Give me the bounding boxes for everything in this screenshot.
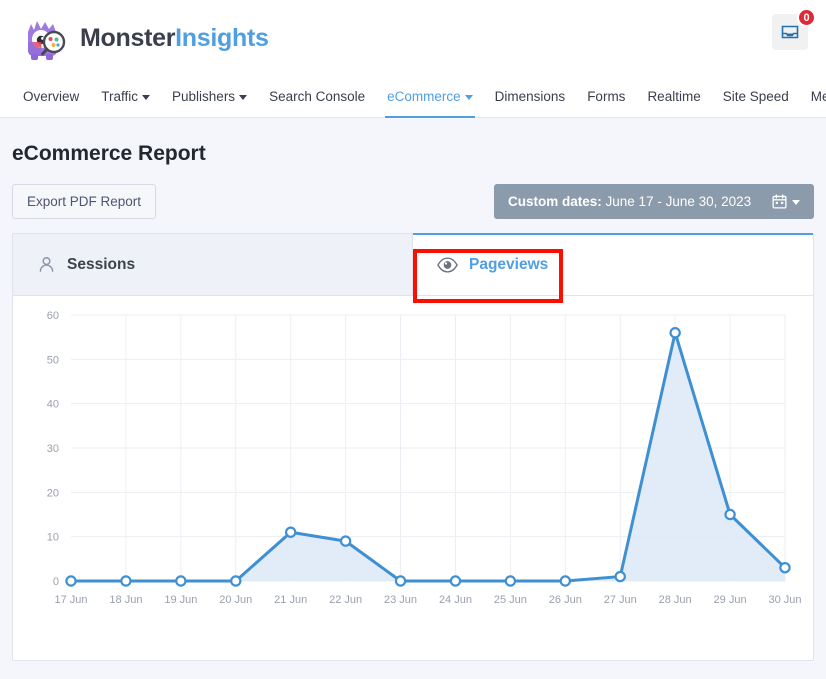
nav-item-search-console[interactable]: Search Console	[258, 76, 376, 117]
y-axis-tick-label: 50	[47, 354, 59, 366]
brand-name: MonsterInsights	[80, 24, 269, 53]
x-axis-tick-label: 21 Jun	[274, 594, 307, 606]
nav-item-ecommerce[interactable]: eCommerce	[376, 76, 484, 117]
chart-data-point[interactable]	[341, 537, 350, 546]
chart-area-fill	[71, 333, 785, 581]
report-card: Sessions Pageviews 0 10 20 30 40 50 60 17 Jun 18…	[12, 233, 814, 661]
chart-data-point[interactable]	[176, 576, 185, 585]
nav-item-site-speed[interactable]: Site Speed	[712, 76, 800, 117]
x-axis-tick-label: 24 Jun	[439, 594, 472, 606]
page-body: eCommerce Report Export PDF Report Custo…	[0, 142, 826, 661]
x-axis-tick-label: 30 Jun	[768, 594, 801, 606]
nav-item-dimensions[interactable]: Dimensions	[484, 76, 577, 117]
chart-data-point[interactable]	[396, 576, 405, 585]
chart-data-point[interactable]	[286, 528, 295, 537]
chart-data-point[interactable]	[725, 510, 734, 519]
eye-icon	[437, 257, 458, 273]
x-axis-tick-label: 23 Jun	[384, 594, 417, 606]
nav-label: Publishers	[172, 89, 235, 104]
date-range-value: June 17 - June 30, 2023	[606, 194, 752, 209]
nav-label: Site Speed	[723, 89, 789, 104]
nav-item-realtime[interactable]: Realtime	[636, 76, 711, 117]
page-title: eCommerce Report	[12, 142, 814, 166]
nav-label: Dimensions	[495, 89, 566, 104]
chart-data-point[interactable]	[671, 328, 680, 337]
date-range-label: Custom dates: June 17 - June 30, 2023	[508, 194, 751, 209]
export-pdf-report-button[interactable]: Export PDF Report	[12, 184, 156, 219]
x-axis-tick-label: 22 Jun	[329, 594, 362, 606]
x-axis-tick-label: 19 Jun	[164, 594, 197, 606]
y-axis-tick-label: 60	[47, 310, 59, 322]
brand-logo[interactable]: MonsterInsights	[18, 12, 269, 64]
nav-label: Media	[811, 89, 826, 104]
pageviews-chart[interactable]: 0 10 20 30 40 50 60 17 Jun 18 Jun 19 Jun 20 Jun 21 …	[13, 297, 813, 660]
brand-name-part2: Insights	[175, 24, 268, 52]
x-axis-tick-label: 18 Jun	[109, 594, 142, 606]
tab-label: Sessions	[67, 256, 135, 274]
chart-data-point[interactable]	[121, 576, 130, 585]
nav-label: Realtime	[647, 89, 700, 104]
chevron-down-icon	[465, 95, 473, 100]
brand-name-part1: Monster	[80, 24, 175, 52]
chart-data-point[interactable]	[780, 563, 789, 572]
chart-data-point[interactable]	[616, 572, 625, 581]
inbox-badge-count: 0	[797, 8, 816, 27]
chart-data-point[interactable]	[451, 576, 460, 585]
nav-label: eCommerce	[387, 89, 461, 104]
date-range-picker[interactable]: Custom dates: June 17 - June 30, 2023	[494, 184, 814, 219]
pageviews-line-chart: 0 10 20 30 40 50 60 17 Jun 18 Jun 19 Jun 20 Jun 21 …	[13, 297, 813, 661]
nav-label: Overview	[23, 89, 79, 104]
tab-sessions[interactable]: Sessions	[13, 234, 413, 295]
nav-item-traffic[interactable]: Traffic	[90, 76, 161, 117]
nav-label: Traffic	[101, 89, 138, 104]
metric-tabs: Sessions Pageviews	[13, 234, 813, 296]
app-header: MonsterInsights 0	[0, 0, 826, 76]
nav-item-publishers[interactable]: Publishers	[161, 76, 258, 117]
y-axis-tick-label: 10	[47, 532, 59, 544]
chart-data-point[interactable]	[506, 576, 515, 585]
y-axis-tick-label: 20	[47, 487, 59, 499]
x-axis-tick-label: 17 Jun	[54, 594, 87, 606]
inbox-tray-icon	[780, 22, 800, 42]
x-axis-tick-label: 29 Jun	[714, 594, 747, 606]
nav-label: Search Console	[269, 89, 365, 104]
chevron-down-icon	[142, 95, 150, 100]
report-toolbar: Export PDF Report Custom dates: June 17 …	[12, 184, 814, 219]
tab-pageviews[interactable]: Pageviews	[413, 233, 813, 295]
chevron-down-icon	[239, 95, 247, 100]
chart-data-point[interactable]	[231, 576, 240, 585]
nav-item-forms[interactable]: Forms	[576, 76, 636, 117]
calendar-icon	[772, 194, 787, 209]
x-axis-tick-label: 20 Jun	[219, 594, 252, 606]
x-axis-tick-label: 26 Jun	[549, 594, 582, 606]
main-nav: Overview Traffic Publishers Search Conso…	[0, 76, 826, 118]
x-axis-tick-label: 28 Jun	[659, 594, 692, 606]
ecommerce-report-page: MonsterInsights 0 Overview Traffic Publi…	[0, 0, 826, 679]
y-axis-tick-label: 40	[47, 399, 59, 411]
monster-logo-icon	[18, 12, 70, 64]
user-icon	[37, 255, 56, 274]
nav-label: Forms	[587, 89, 625, 104]
date-range-controls[interactable]	[772, 194, 800, 209]
y-axis-tick-label: 0	[53, 576, 59, 588]
date-range-prefix: Custom dates:	[508, 194, 602, 209]
x-axis-tick-label: 25 Jun	[494, 594, 527, 606]
x-axis-tick-label: 27 Jun	[604, 594, 637, 606]
chart-data-point[interactable]	[66, 576, 75, 585]
tab-label: Pageviews	[469, 256, 548, 274]
chart-data-point[interactable]	[561, 576, 570, 585]
nav-item-overview[interactable]: Overview	[12, 76, 90, 117]
y-axis-tick-label: 30	[47, 443, 59, 455]
chevron-down-icon	[792, 200, 800, 205]
nav-item-media[interactable]: Media	[800, 76, 826, 117]
